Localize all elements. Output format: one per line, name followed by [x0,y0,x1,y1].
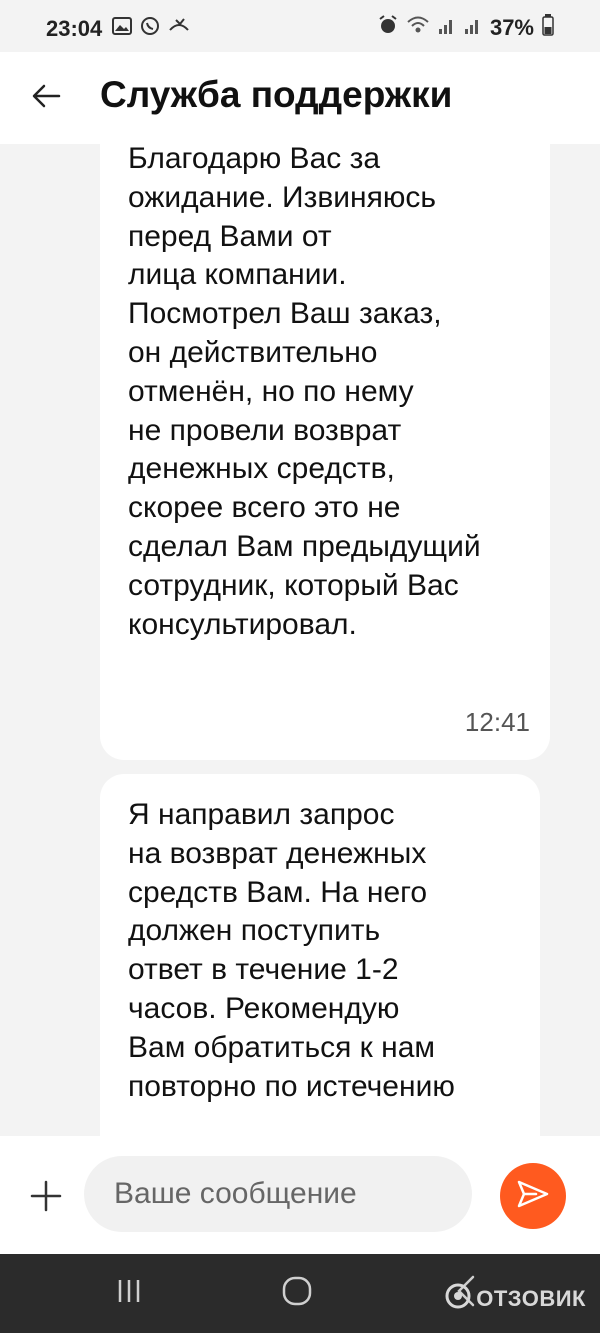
message-text: Благодарю Вас за ожидание. Извиняюсь пер… [128,144,481,641]
message-bubble[interactable]: Благодарю Вас за ожидание. Извиняюсь пер… [100,144,550,760]
chat-header: Служба поддержки [0,52,600,144]
watermark-logo: ОТЗОВИК [444,1282,586,1315]
page-title: Служба поддержки [100,74,453,115]
attach-button[interactable] [24,1176,68,1220]
alarm-icon [378,15,398,40]
message-bubble[interactable]: Я направил запрос на возврат денежных ср… [100,774,540,1136]
status-system-icons: 37% [378,14,554,41]
plus-icon [28,1178,64,1219]
signal-icon [464,15,482,40]
status-notification-icons [112,16,190,41]
arrow-left-icon [31,83,61,114]
battery-icon [542,14,554,41]
battery-percent: 37% [489,14,534,40]
otzovik-logo-icon [444,1282,472,1315]
back-button[interactable] [22,74,70,122]
home-icon [281,1275,313,1312]
missed-call-icon [168,16,190,41]
signal-icon [438,15,456,40]
nav-recents-button[interactable] [104,1270,154,1316]
chat-messages[interactable]: Благодарю Вас за ожидание. Извиняюсь пер… [0,144,600,1136]
send-button[interactable] [500,1163,566,1229]
message-time: 12:41 [464,707,530,737]
recents-icon [115,1277,143,1310]
status-bar: 23:04 37% [0,0,600,52]
whatsapp-icon [140,16,160,41]
message-input[interactable] [84,1156,472,1232]
wifi-icon [406,15,430,40]
status-time: 23:04 [46,16,103,41]
send-icon [516,1179,550,1214]
watermark-text: ОТЗОВИК [476,1285,586,1311]
message-input-bar [0,1136,600,1254]
system-nav-bar: ОТЗОВИК [0,1254,600,1333]
nav-home-button[interactable] [272,1270,322,1316]
gallery-icon [112,17,132,40]
message-text: Я направил запрос на возврат денежных ср… [128,798,455,1103]
